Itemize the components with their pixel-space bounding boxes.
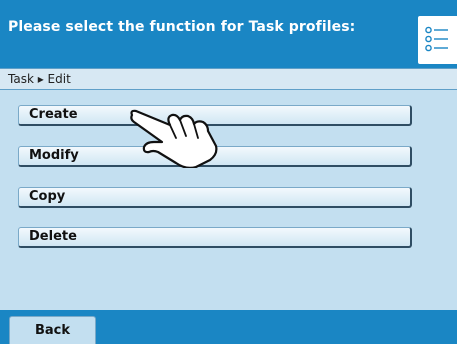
task-profile-screen: Please select the function for Task prof… [0,0,457,344]
breadcrumb-path: Task ▸ Edit [8,72,71,86]
function-list-panel: Create Modify Copy Delete [0,90,457,310]
menu-button[interactable] [418,16,457,64]
header-bar: Please select the function for Task prof… [0,0,457,68]
delete-button[interactable]: Delete [18,227,412,248]
breadcrumb: Task ▸ Edit [0,68,457,90]
pointing-hand-icon [130,109,218,168]
list-icon [425,26,448,52]
copy-button[interactable]: Copy [18,187,412,208]
footer-bar: Back [0,310,457,344]
back-button[interactable]: Back [9,316,96,344]
page-title: Please select the function for Task prof… [8,19,356,35]
